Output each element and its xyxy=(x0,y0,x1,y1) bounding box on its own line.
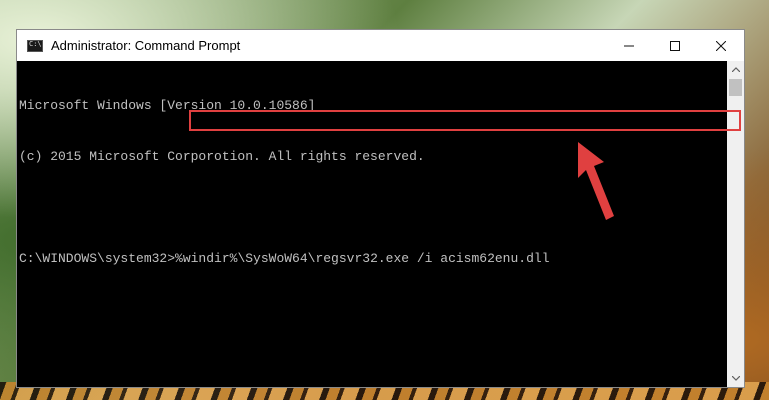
window-title: Administrator: Command Prompt xyxy=(51,38,241,53)
scroll-up-button[interactable] xyxy=(727,61,744,78)
console-prompt: C:\WINDOWS\system32> xyxy=(19,251,176,266)
close-icon xyxy=(716,40,726,51)
close-button[interactable] xyxy=(698,30,744,61)
console-command[interactable]: %windir%\SysWoW64\regsvr32.exe /i acism6… xyxy=(175,251,549,266)
minimize-button[interactable] xyxy=(606,30,652,61)
command-prompt-window[interactable]: Administrator: Command Prompt Microsoft … xyxy=(16,29,745,388)
window-controls xyxy=(606,30,744,61)
title-bar[interactable]: Administrator: Command Prompt xyxy=(17,30,744,61)
maximize-button[interactable] xyxy=(652,30,698,61)
chevron-down-icon xyxy=(731,376,740,381)
scroll-thumb[interactable] xyxy=(729,79,742,96)
pointer-arrow-icon xyxy=(578,142,614,220)
console-line-version: Microsoft Windows [Version 10.0.10586] xyxy=(19,98,316,113)
vertical-scrollbar[interactable] xyxy=(727,61,744,387)
maximize-icon xyxy=(670,40,680,51)
chevron-up-icon xyxy=(731,67,740,72)
cmd-icon xyxy=(27,39,43,52)
scroll-down-button[interactable] xyxy=(727,370,744,387)
minimize-icon xyxy=(624,45,634,46)
console-command-line[interactable]: C:\WINDOWS\system32>%windir%\SysWoW64\re… xyxy=(19,250,727,267)
